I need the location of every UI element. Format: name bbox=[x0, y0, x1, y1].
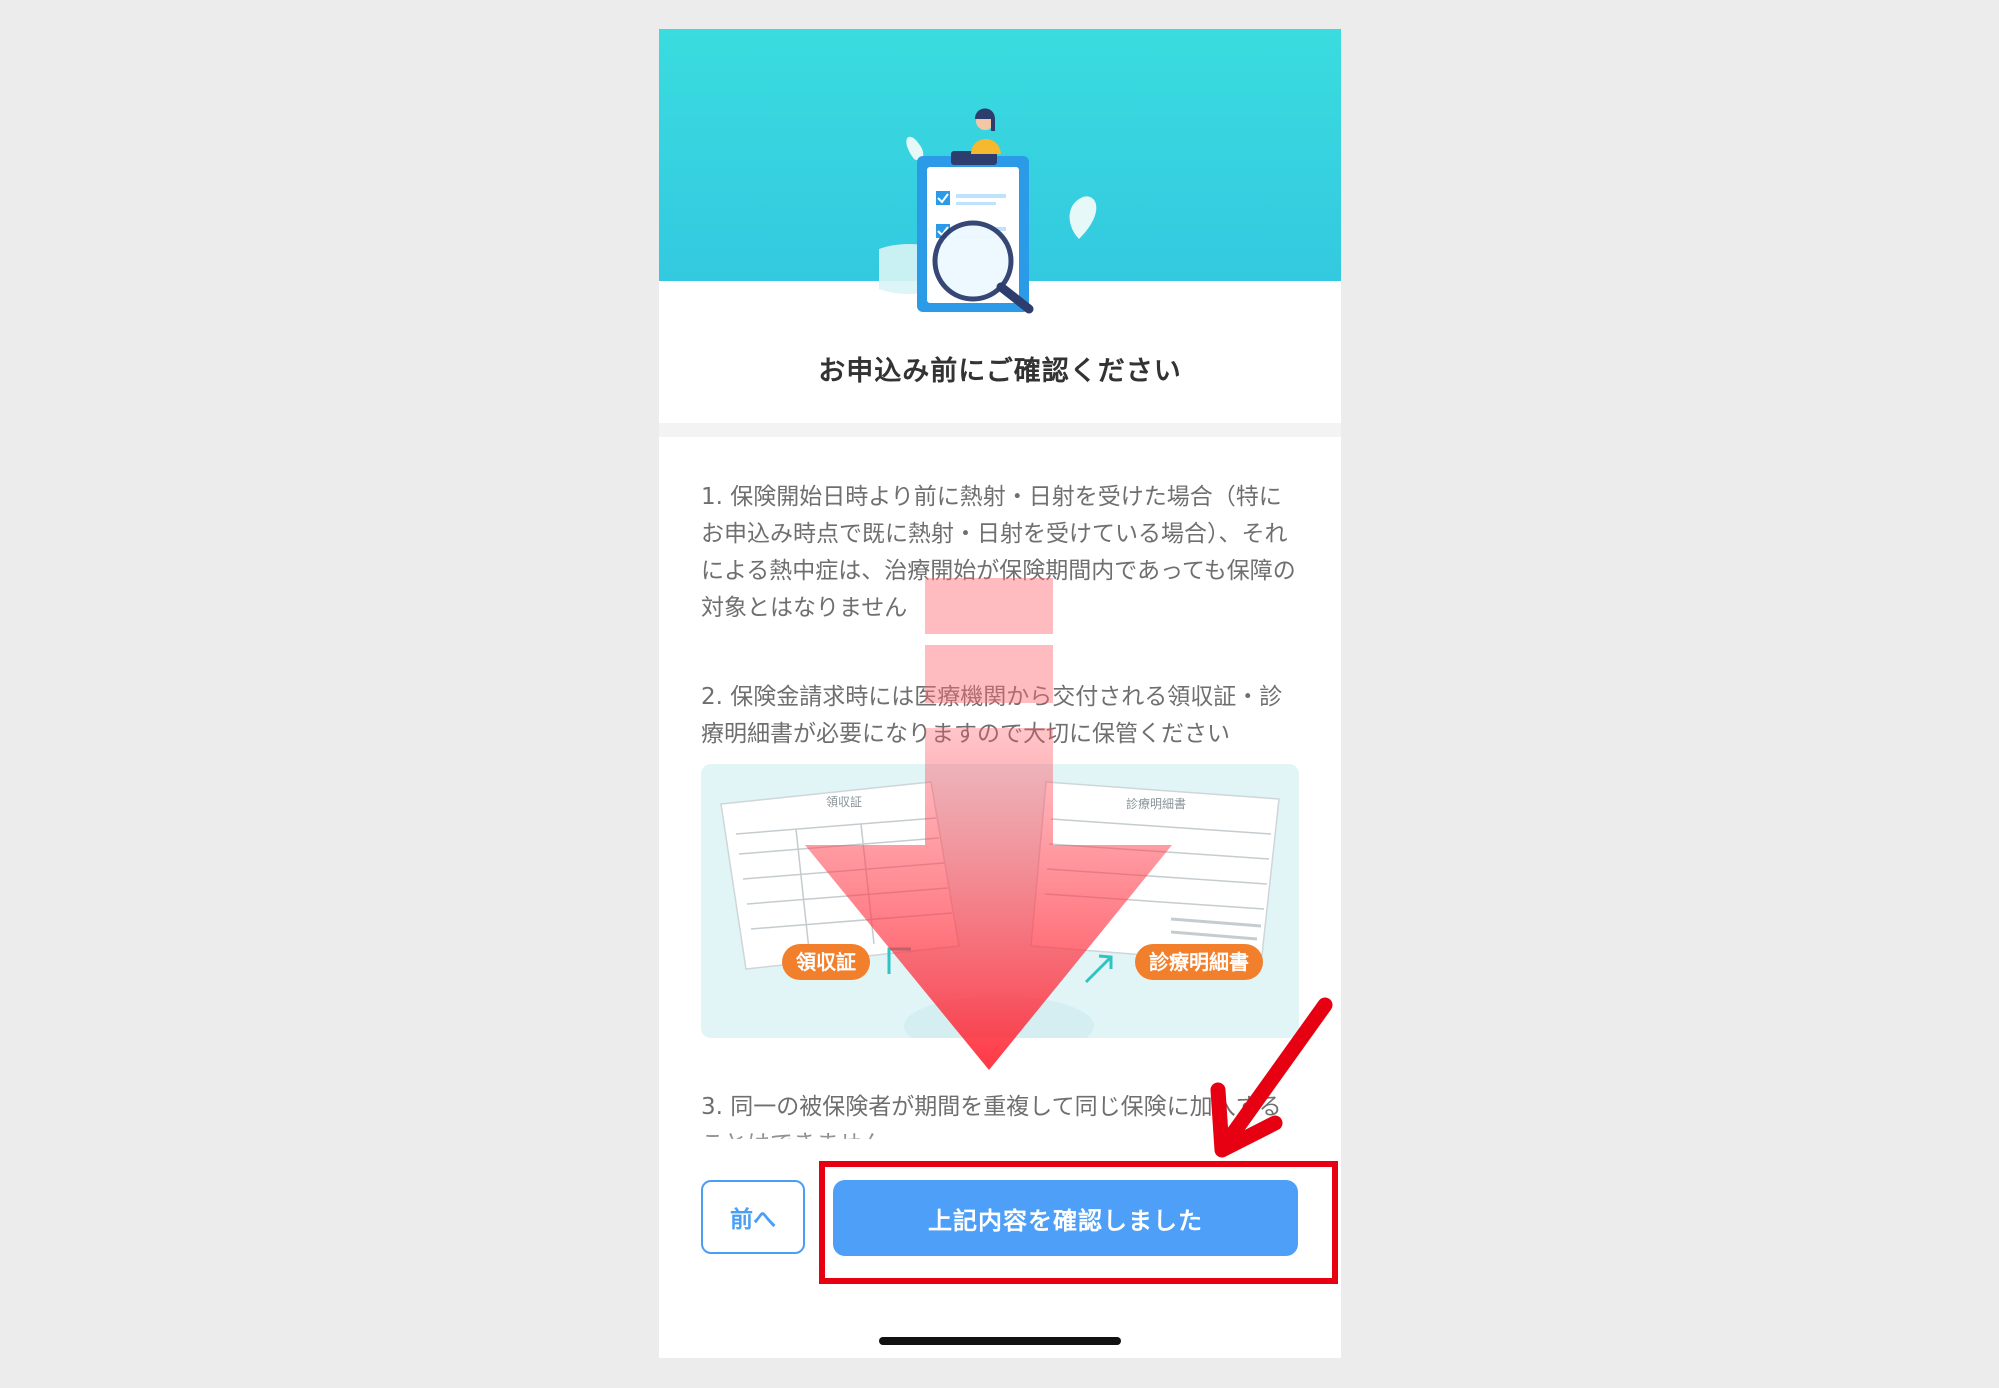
arrow-pointer-icon bbox=[1210, 997, 1333, 1158]
arrow-down-icon bbox=[805, 578, 1172, 1070]
highlight-box bbox=[819, 1161, 1338, 1284]
